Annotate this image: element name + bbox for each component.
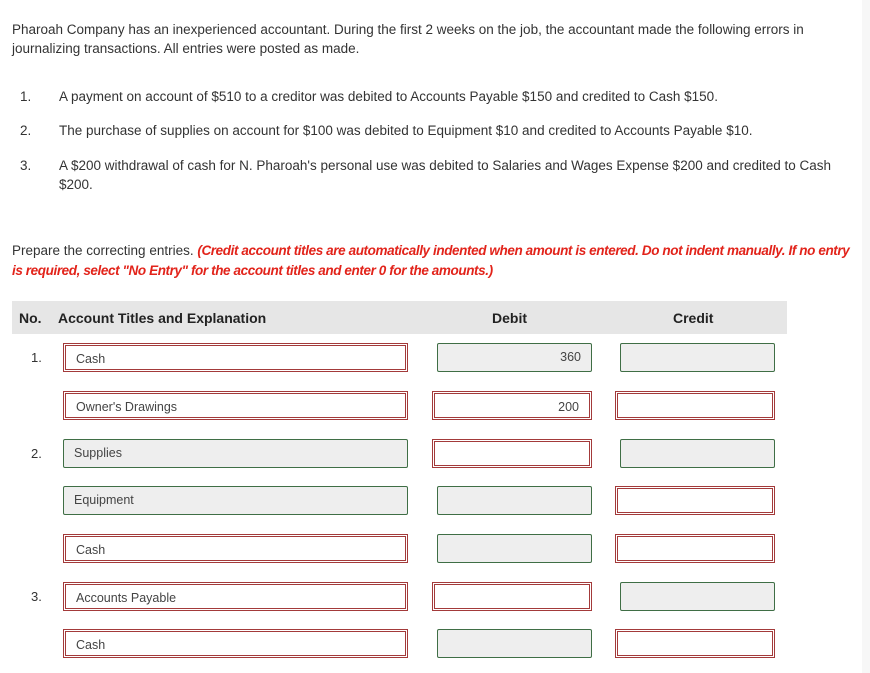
- debit-input[interactable]: 360: [437, 343, 592, 372]
- credit-input[interactable]: [615, 391, 775, 420]
- account-input[interactable]: Cash: [63, 343, 408, 372]
- account-input[interactable]: Equipment: [63, 486, 408, 515]
- error-number: 2.: [20, 123, 32, 138]
- credit-input[interactable]: [620, 343, 775, 372]
- error-text: A $200 withdrawal of cash for N. Pharoah…: [59, 158, 832, 192]
- header-credit: Credit: [673, 310, 714, 326]
- debit-input[interactable]: [437, 534, 592, 563]
- account-input[interactable]: Accounts Payable: [63, 582, 408, 611]
- header-no: No.: [19, 310, 42, 326]
- debit-input[interactable]: [437, 629, 592, 658]
- error-number: 1.: [20, 89, 32, 104]
- debit-input[interactable]: [432, 439, 592, 468]
- debit-input[interactable]: 200: [432, 391, 592, 420]
- debit-input[interactable]: [432, 582, 592, 611]
- credit-input[interactable]: [615, 486, 775, 515]
- header-debit: Debit: [492, 310, 527, 326]
- table-header: No. Account Titles and Explanation Debit…: [12, 301, 787, 334]
- instructions: Prepare the correcting entries. (Credit …: [12, 241, 857, 281]
- account-input[interactable]: Supplies: [63, 439, 408, 468]
- account-input[interactable]: Cash: [63, 534, 408, 563]
- error-text: The purchase of supplies on account for …: [59, 123, 753, 138]
- entry-number: 1.: [31, 350, 42, 365]
- credit-input[interactable]: [615, 534, 775, 563]
- credit-input[interactable]: [620, 582, 775, 611]
- entry-number: 3.: [31, 589, 42, 604]
- account-input[interactable]: Owner's Drawings: [63, 391, 408, 420]
- header-account: Account Titles and Explanation: [58, 310, 267, 326]
- instructions-lead: Prepare the correcting entries.: [12, 243, 198, 258]
- error-text: A payment on account of $510 to a credit…: [59, 89, 718, 104]
- entry-number: 2.: [31, 446, 42, 461]
- scrollbar-track[interactable]: [862, 0, 870, 673]
- account-input[interactable]: Cash: [63, 629, 408, 658]
- problem-intro: Pharoah Company has an inexperienced acc…: [12, 22, 804, 56]
- error-number: 3.: [20, 158, 32, 173]
- debit-input[interactable]: [437, 486, 592, 515]
- credit-input[interactable]: [620, 439, 775, 468]
- credit-input[interactable]: [615, 629, 775, 658]
